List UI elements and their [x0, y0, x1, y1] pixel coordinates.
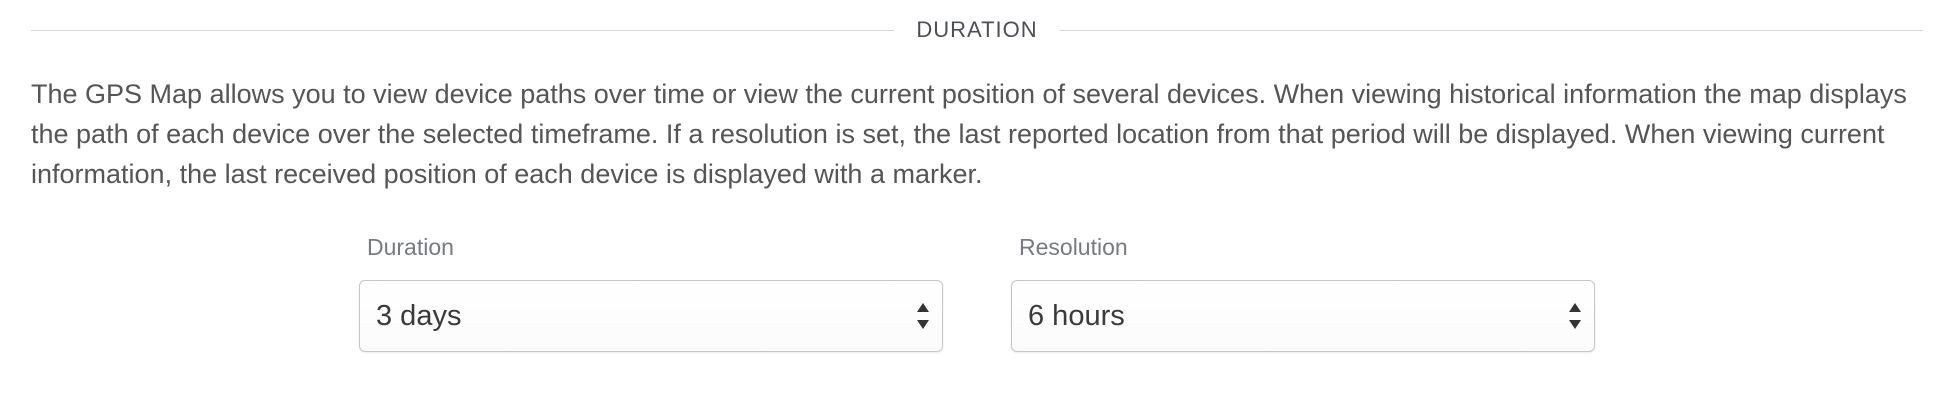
resolution-label: Resolution — [1019, 234, 1128, 260]
description-text: The GPS Map allows you to view device pa… — [31, 79, 1907, 189]
resolution-select[interactable]: 6 hours — [1011, 280, 1595, 352]
duration-field: Duration 3 days — [359, 232, 943, 352]
up-down-caret-icon — [1569, 303, 1581, 329]
duration-select[interactable]: 3 days — [359, 280, 943, 352]
resolution-select-value: 6 hours — [1028, 300, 1125, 332]
section-header: DURATION — [31, 12, 1924, 48]
up-down-caret-icon — [917, 303, 929, 329]
duration-select-value: 3 days — [376, 300, 462, 332]
resolution-field: Resolution 6 hours — [1011, 232, 1595, 352]
section-title: DURATION — [916, 17, 1038, 42]
duration-label: Duration — [367, 234, 454, 260]
header-rule-right — [1059, 29, 1924, 31]
header-rule-left — [31, 29, 895, 31]
